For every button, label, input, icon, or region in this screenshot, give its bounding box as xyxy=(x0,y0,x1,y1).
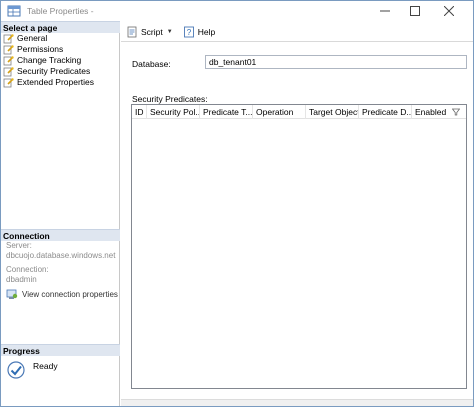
page-item-change-tracking[interactable]: Change Tracking xyxy=(1,55,120,66)
help-icon: ? xyxy=(183,26,194,37)
page-item-label: Permissions xyxy=(17,44,64,54)
connection-info: Server: dbcuojo.database.windows.net Con… xyxy=(1,241,120,300)
wrench-page-icon xyxy=(3,55,14,65)
column-header-enabled: Enabled xyxy=(415,107,447,117)
page-item-permissions[interactable]: Permissions xyxy=(1,44,120,55)
page-item-general[interactable]: General xyxy=(1,33,120,44)
ready-check-icon xyxy=(7,361,25,379)
minimize-button[interactable] xyxy=(371,1,399,21)
minimize-icon xyxy=(380,10,390,12)
close-icon xyxy=(444,6,454,16)
column-header-predicate-definition[interactable]: Predicate D... xyxy=(359,105,412,119)
select-page-header: Select a page xyxy=(1,21,120,33)
database-field[interactable]: db_tenant01 xyxy=(205,55,467,69)
toolbar: Script ▼ ? Help xyxy=(121,22,473,42)
wrench-page-icon xyxy=(3,77,14,87)
server-label: Server: xyxy=(6,241,32,250)
page-item-label: Change Tracking xyxy=(17,55,82,65)
view-connection-properties-link[interactable]: View connection properties xyxy=(1,288,120,300)
page-item-label: Extended Properties xyxy=(17,77,95,87)
maximize-icon xyxy=(410,6,420,16)
wrench-page-icon xyxy=(3,66,14,76)
left-pane: Select a page General Permissions Change… xyxy=(1,21,120,406)
column-header-id[interactable]: ID xyxy=(132,105,147,119)
page-item-extended-properties[interactable]: Extended Properties xyxy=(1,77,120,88)
server-value: dbcuojo.database.windows.net xyxy=(6,251,116,260)
status-bar xyxy=(121,399,473,406)
column-header-enabled-cell[interactable]: Enabled xyxy=(412,105,466,119)
title-bar: Table Properties - xyxy=(1,1,473,21)
wrench-page-icon xyxy=(3,44,14,54)
page-item-label: General xyxy=(17,33,48,43)
database-label: Database: xyxy=(132,59,171,69)
window-title: Table Properties - xyxy=(27,6,94,16)
column-header-security-policy[interactable]: Security Pol... xyxy=(147,105,200,119)
table-properties-icon xyxy=(7,5,21,17)
progress-status: Ready xyxy=(7,361,58,379)
security-predicates-label: Security Predicates: xyxy=(132,94,208,104)
help-button[interactable]: ? Help xyxy=(183,26,215,38)
progress-status-text: Ready xyxy=(33,361,58,371)
help-label: Help xyxy=(197,26,216,37)
page-item-security-predicates[interactable]: Security Predicates xyxy=(1,66,120,77)
maximize-button[interactable] xyxy=(401,1,429,21)
svg-text:?: ? xyxy=(186,28,191,37)
script-label: Script xyxy=(141,26,163,37)
connection-label: Connection: xyxy=(6,265,49,274)
script-button[interactable]: Script ▼ xyxy=(126,26,177,38)
security-predicates-grid[interactable]: ID Security Pol... Predicate T... Operat… xyxy=(131,104,467,389)
grid-header: ID Security Pol... Predicate T... Operat… xyxy=(132,105,466,119)
close-button[interactable] xyxy=(435,1,463,21)
connection-header: Connection xyxy=(1,229,120,241)
view-connection-properties-label: View connection properties xyxy=(22,289,118,299)
column-header-operation[interactable]: Operation xyxy=(253,105,306,119)
column-header-target-object[interactable]: Target Object xyxy=(306,105,359,119)
column-header-predicate-type[interactable]: Predicate T... xyxy=(200,105,253,119)
wrench-page-icon xyxy=(3,33,14,43)
filter-icon[interactable] xyxy=(452,108,461,116)
page-list: General Permissions Change Tracking Secu… xyxy=(1,33,120,88)
connection-value: dbadmin xyxy=(6,275,37,284)
chevron-down-icon[interactable]: ▼ xyxy=(167,29,173,35)
progress-header: Progress xyxy=(1,344,120,356)
page-item-label: Security Predicates xyxy=(17,66,91,76)
script-icon xyxy=(127,26,137,37)
table-properties-window: Table Properties - Select a page General… xyxy=(0,0,474,407)
connection-properties-icon xyxy=(6,289,18,299)
